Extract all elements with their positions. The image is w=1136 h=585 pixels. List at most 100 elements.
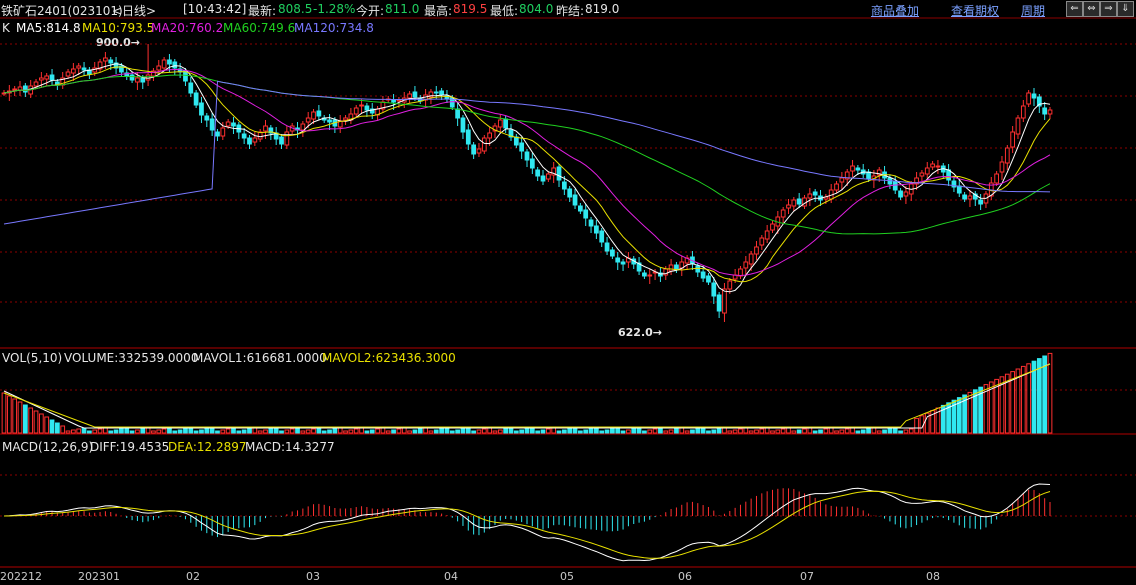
- candle: [167, 59, 172, 65]
- volume-bar: [481, 428, 487, 434]
- volume-bar: [508, 427, 514, 434]
- candle: [129, 74, 135, 81]
- x-axis-label: 08: [926, 570, 940, 583]
- candle: [524, 151, 530, 161]
- candle: [610, 249, 615, 257]
- volume-bar: [599, 430, 605, 434]
- candle: [706, 275, 711, 283]
- volume-bar: [572, 427, 578, 434]
- volume-bar: [423, 427, 428, 434]
- x-axis-label: 06: [678, 570, 692, 583]
- x-axis-label: 202301: [78, 570, 120, 583]
- volume-bar: [652, 428, 658, 434]
- volume-bar: [716, 428, 722, 434]
- candle: [1015, 117, 1021, 135]
- volume-bar: [332, 428, 338, 434]
- volume-bar: [401, 427, 407, 434]
- volume-bar: [327, 429, 332, 434]
- volume-bar: [818, 429, 823, 434]
- candle: [545, 173, 551, 180]
- volume-bar: [610, 428, 615, 434]
- volume-bar: [855, 430, 861, 434]
- volume-bar: [60, 425, 66, 434]
- candle: [471, 144, 477, 155]
- candle: [1042, 107, 1048, 115]
- candle: [460, 117, 466, 133]
- candle: [12, 88, 18, 91]
- volume-bar: [1036, 358, 1042, 434]
- candle: [556, 166, 562, 181]
- candle: [967, 195, 973, 200]
- volume-bar: [54, 422, 60, 434]
- x-axis-label: 02: [186, 570, 200, 583]
- volume-bar: [679, 427, 685, 434]
- candle: [391, 99, 396, 103]
- volume-bar: [551, 427, 557, 434]
- volume-bar: [204, 428, 210, 434]
- volume-bar: [1031, 360, 1037, 434]
- volume-bar: [556, 430, 562, 434]
- volume-bar: [353, 428, 359, 434]
- candle: [305, 117, 311, 123]
- volume-bar: [722, 427, 727, 434]
- volume-bar: [225, 428, 231, 434]
- volume-bar: [172, 430, 178, 434]
- candle: [994, 173, 1000, 184]
- candle: [135, 77, 140, 83]
- candle: [71, 68, 76, 74]
- candle: [487, 132, 493, 139]
- x-axis-label: 202212: [0, 570, 42, 583]
- volume-bar: [850, 427, 855, 434]
- volume-bar: [151, 430, 156, 434]
- volume-bar: [113, 429, 119, 434]
- volume-bar: [828, 427, 834, 434]
- candle: [353, 107, 359, 115]
- volume-bar: [700, 427, 706, 434]
- volume-bar: [348, 429, 354, 434]
- volume-bar: [396, 428, 402, 434]
- volume-bar: [236, 430, 242, 434]
- candle: [220, 127, 226, 137]
- candle: [529, 158, 535, 169]
- candle: [796, 198, 802, 205]
- candle: [535, 169, 541, 177]
- volume-bar: [743, 427, 749, 434]
- volume-bar: [860, 429, 866, 434]
- volume-bar: [455, 429, 460, 434]
- volume-bar: [732, 429, 738, 434]
- volume-bar: [279, 430, 284, 434]
- volume-bar: [513, 430, 519, 434]
- volume-bar: [812, 430, 818, 434]
- candle: [759, 237, 765, 246]
- volume-bar: [615, 427, 621, 434]
- volume-bar: [748, 430, 754, 434]
- volume-bar: [802, 428, 807, 434]
- candle: [439, 90, 444, 96]
- candle: [716, 294, 722, 312]
- volume-bar: [369, 429, 375, 434]
- volume-bar: [1047, 352, 1053, 434]
- candle: [962, 194, 967, 200]
- candle: [503, 118, 509, 129]
- volume-bar: [791, 430, 797, 434]
- volume-bar: [65, 430, 71, 434]
- volume-bar: [460, 428, 466, 434]
- candle: [588, 219, 594, 227]
- volume-bar: [385, 430, 391, 434]
- volume-bar: [444, 427, 450, 434]
- candle: [359, 104, 364, 107]
- candle: [1020, 105, 1026, 119]
- volume-bar: [529, 427, 535, 434]
- volume-bar: [839, 429, 845, 434]
- volume-bar: [540, 429, 546, 434]
- candle: [903, 191, 909, 197]
- volume-bar: [241, 429, 247, 434]
- kline-chart[interactable]: [0, 0, 1136, 585]
- volume-bar: [263, 429, 268, 434]
- candle: [850, 165, 855, 172]
- candle: [866, 171, 871, 180]
- volume-bar: [247, 428, 252, 434]
- candle: [1026, 92, 1032, 105]
- volume-bar: [690, 429, 695, 434]
- candle: [839, 177, 845, 183]
